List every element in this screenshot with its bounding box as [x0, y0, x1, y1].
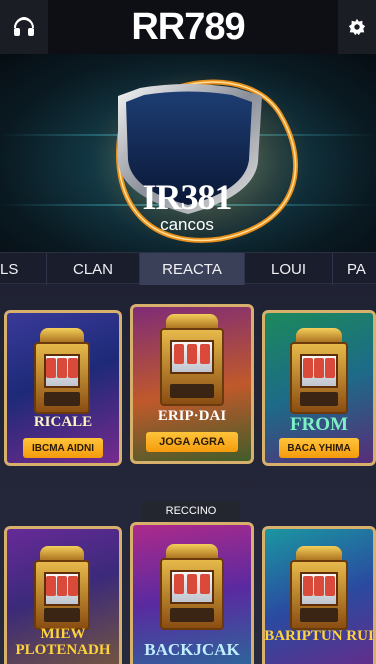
emblem-title: IR381 [142, 177, 232, 217]
emblem-subtitle: cancos [160, 215, 214, 234]
fork-knife-icon [14, 17, 34, 36]
game-title: BACKJCAK [144, 640, 240, 659]
game-card[interactable]: BARIPTUN RUI [262, 526, 376, 664]
slot-machine-image [290, 328, 348, 414]
section-label: RECCINO [142, 501, 240, 521]
tab-pa[interactable]: PA [333, 253, 376, 285]
game-card[interactable]: ERIP·DAI JOGA AGRA [130, 304, 254, 464]
game-title: MIEW PLOTENADH [15, 626, 111, 658]
game-card[interactable]: BACKJCAK [130, 522, 254, 664]
play-button[interactable]: JOGA AGRA [146, 432, 238, 452]
game-card[interactable]: MIEW PLOTENADH [4, 526, 122, 664]
hero-banner[interactable]: IR381 cancos [0, 54, 376, 252]
play-button[interactable]: IBCMA AIDNI [23, 438, 103, 458]
tab-clan[interactable]: CLAN [47, 253, 140, 285]
category-tabs: LS CLAN REACTA LOUI PA [0, 252, 376, 285]
game-title: ERIP·DAI [157, 408, 227, 424]
app-root: RR789 IR381 cancos LS CLAN REACTA LOUI P… [0, 0, 376, 664]
game-card[interactable]: RICALE IBCMA AIDNI [4, 310, 122, 466]
tab-reacta[interactable]: REACTA [140, 253, 245, 285]
game-card[interactable]: FROM BACA YHIMA [262, 310, 376, 466]
game-title: RICALE [33, 414, 93, 430]
tab-ls[interactable]: LS [0, 253, 47, 285]
slot-machine-image [34, 546, 90, 630]
play-button[interactable]: BACA YHIMA [279, 438, 359, 458]
game-title: FROM [289, 414, 349, 435]
tab-loui[interactable]: LOUI [245, 253, 333, 285]
gear-icon [348, 18, 366, 36]
menu-button[interactable] [0, 0, 48, 54]
game-title: BARIPTUN RUI [264, 628, 374, 644]
slot-machine-image [290, 546, 348, 630]
slot-machine-image [160, 544, 224, 630]
slot-machine-image [34, 328, 90, 414]
header-bar: RR789 [0, 0, 376, 54]
app-title: RR789 [131, 5, 245, 48]
settings-button[interactable] [338, 0, 376, 54]
slot-machine-image [160, 314, 224, 406]
